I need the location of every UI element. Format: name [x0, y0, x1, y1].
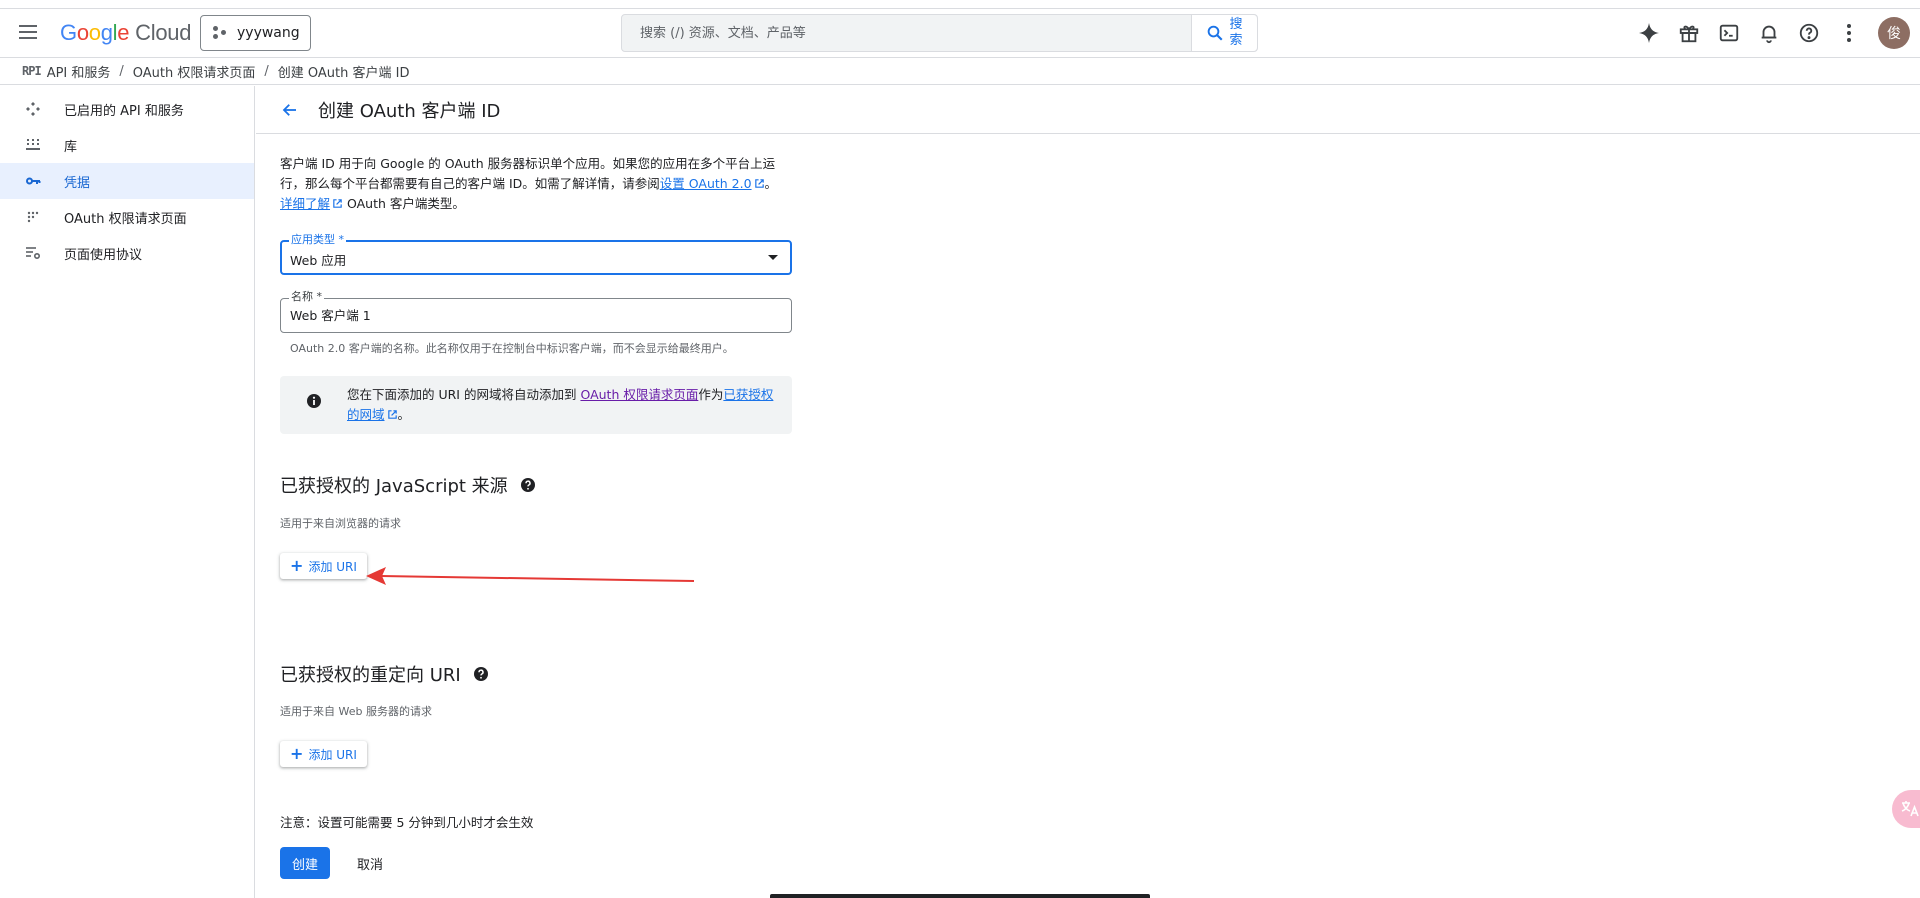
- help-circle-icon[interactable]: [473, 666, 489, 682]
- oauth-consent-link[interactable]: OAuth 权限请求页面: [580, 387, 698, 402]
- page-title: 创建 OAuth 客户端 ID: [318, 100, 501, 122]
- help-circle-icon[interactable]: [520, 477, 536, 493]
- api-logo-icon: RPI: [22, 64, 42, 78]
- settings-delay-note: 注意：设置可能需要 5 分钟到几小时才会生效: [280, 815, 534, 830]
- consent-screen-icon: [24, 208, 42, 226]
- sidebar-item-enabled-apis[interactable]: 已启用的 API 和服务: [0, 91, 254, 127]
- plus-icon: +: [290, 744, 304, 763]
- learn-more-link[interactable]: 详细了解: [280, 196, 330, 211]
- bottom-scroll-indicator: [770, 894, 1150, 898]
- top-app-bar: GoogleCloud yyywang 搜 索 俊: [0, 8, 1920, 56]
- gift-icon[interactable]: [1674, 13, 1704, 53]
- gemini-icon[interactable]: [1634, 13, 1664, 53]
- redirect-uris-subtitle: 适用于来自 Web 服务器的请求: [280, 705, 432, 718]
- sidebar-item-oauth-consent[interactable]: OAuth 权限请求页面: [0, 199, 254, 235]
- create-client-form: 客户端 ID 用于向 Google 的 OAuth 服务器标识单个应用。如果您的…: [280, 150, 792, 879]
- project-icon: [213, 26, 227, 40]
- breadcrumb-oauth-consent[interactable]: OAuth 权限请求页面: [133, 62, 256, 81]
- create-button[interactable]: 创建: [280, 847, 330, 879]
- application-type-select[interactable]: 应用类型 * Web 应用: [280, 233, 792, 275]
- external-link-icon: [754, 179, 764, 188]
- info-banner-text: 您在下面添加的 URI 的网域将自动添加到 OAuth 权限请求页面作为已获授权…: [347, 387, 774, 422]
- js-origins-subtitle: 适用于来自浏览器的请求: [280, 517, 401, 530]
- account-avatar[interactable]: 俊: [1878, 17, 1910, 49]
- application-type-label: 应用类型 *: [289, 233, 346, 247]
- page-agreement-icon: [24, 244, 42, 262]
- more-vert-icon[interactable]: [1834, 13, 1864, 53]
- breadcrumb-current: 创建 OAuth 客户端 ID: [277, 65, 410, 81]
- sidebar-item-library[interactable]: 库: [0, 127, 254, 163]
- api-services-icon: [24, 100, 42, 118]
- top-actions: 俊: [1634, 13, 1910, 53]
- dropdown-arrow-icon: [768, 255, 778, 260]
- plus-icon: +: [290, 556, 304, 575]
- client-name-hint: OAuth 2.0 客户端的名称。此名称仅用于在控制台中标识客户端，而不会显示给…: [290, 342, 734, 355]
- sidebar-item-label: 已启用的 API 和服务: [64, 103, 184, 119]
- page-header: 创建 OAuth 客户端 ID: [256, 86, 1920, 134]
- client-name-field: 名称 *: [280, 290, 792, 333]
- translate-fab[interactable]: [1892, 790, 1920, 828]
- application-type-value: Web 应用: [290, 253, 347, 268]
- setup-oauth-link[interactable]: 设置 OAuth 2.0: [660, 176, 752, 191]
- sidebar-item-label: 凭据: [64, 175, 91, 191]
- project-name: yyywang: [237, 25, 300, 41]
- cloud-shell-icon[interactable]: [1714, 13, 1744, 53]
- notifications-bell-icon[interactable]: [1754, 13, 1784, 53]
- intro-text: 客户端 ID 用于向 Google 的 OAuth 服务器标识单个应用。如果您的…: [280, 156, 778, 211]
- client-name-input[interactable]: [290, 307, 770, 322]
- search-button[interactable]: 搜 索: [1191, 15, 1257, 51]
- key-icon: [24, 172, 42, 190]
- redirect-uris-heading: 已获授权的重定向 URI: [280, 661, 489, 687]
- project-picker-button[interactable]: yyywang: [200, 15, 311, 51]
- sidebar-item-label: 页面使用协议: [64, 247, 143, 263]
- add-redirect-uri-button[interactable]: + 添加 URI: [280, 741, 367, 767]
- search-button-label: 搜 索: [1229, 17, 1243, 48]
- search-icon: [1207, 25, 1222, 41]
- add-js-origin-uri-button[interactable]: + 添加 URI: [280, 553, 367, 579]
- back-arrow-icon[interactable]: [274, 94, 306, 126]
- translate-icon: [1901, 801, 1919, 817]
- external-link-icon: [333, 199, 342, 208]
- client-name-label: 名称 *: [289, 290, 324, 304]
- sidebar: 已启用的 API 和服务 库 凭据 OAuth 权限请求页面 页面使用协议: [0, 86, 255, 898]
- cancel-button[interactable]: 取消: [342, 847, 398, 879]
- library-icon: [24, 136, 42, 154]
- external-link-icon: [387, 410, 397, 419]
- help-icon[interactable]: [1794, 13, 1824, 53]
- breadcrumb: RPI API 和服务 / OAuth 权限请求页面 / 创建 OAuth 客户…: [0, 57, 1920, 85]
- breadcrumb-api-services[interactable]: API 和服务: [47, 62, 111, 81]
- info-icon: [307, 394, 321, 408]
- annotation-arrow: [366, 567, 695, 585]
- search-bar: 搜 索: [621, 14, 1258, 52]
- sidebar-item-page-agreement[interactable]: 页面使用协议: [0, 235, 254, 271]
- info-banner: 您在下面添加的 URI 的网域将自动添加到 OAuth 权限请求页面作为已获授权…: [280, 376, 792, 434]
- js-origins-heading: 已获授权的 JavaScript 来源: [280, 472, 536, 498]
- sidebar-item-credentials[interactable]: 凭据: [0, 163, 254, 199]
- google-cloud-logo[interactable]: Google Cloud: [60, 20, 191, 46]
- sidebar-item-label: OAuth 权限请求页面: [64, 211, 187, 227]
- sidebar-item-label: 库: [64, 139, 78, 155]
- hamburger-menu-icon[interactable]: [16, 21, 40, 45]
- search-input[interactable]: [622, 15, 1191, 51]
